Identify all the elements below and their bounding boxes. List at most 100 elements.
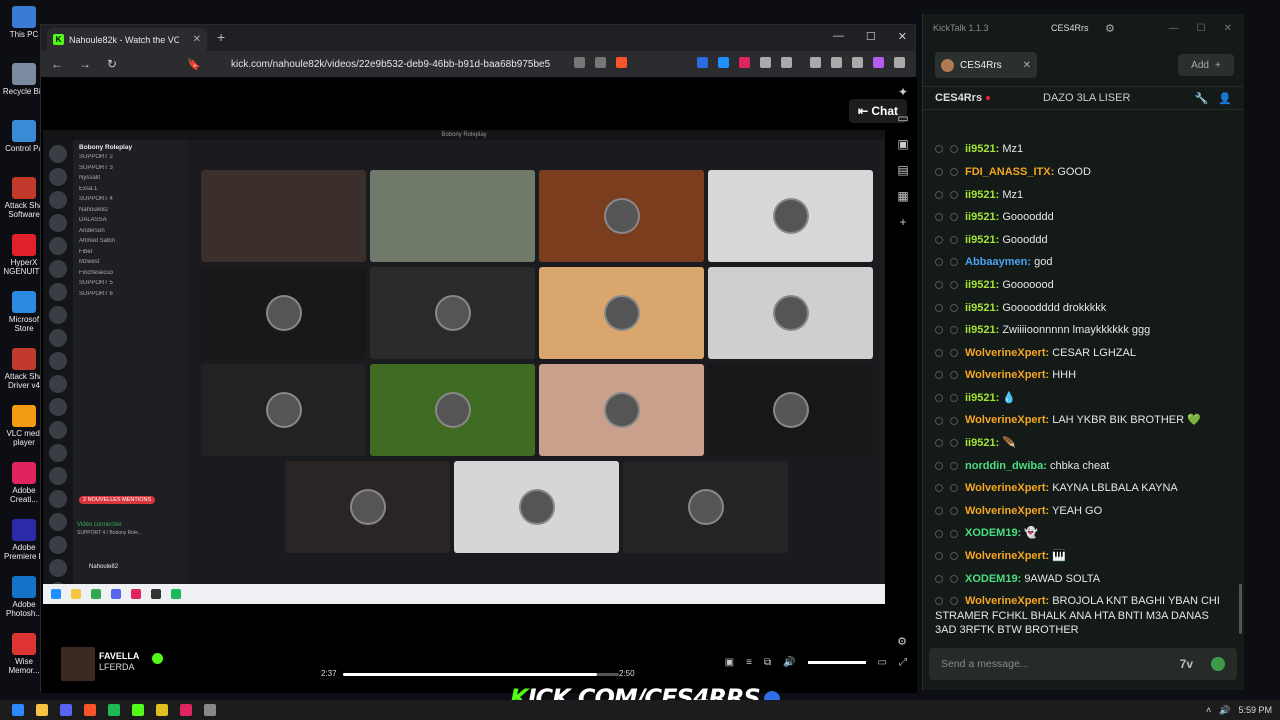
chat-username[interactable]: ii9521: <box>965 234 999 246</box>
chat-username[interactable]: WolverineXpert: <box>965 595 1049 607</box>
mod-action-icon[interactable] <box>935 574 943 583</box>
mod-action-icon[interactable] <box>935 416 943 425</box>
chat-message[interactable]: ii9521: Zwiiiioonnnnn lmaykkkkkk ggg <box>923 319 1239 342</box>
pin-action-icon[interactable] <box>950 213 958 222</box>
close-tab-icon[interactable]: ✕ <box>1023 60 1031 71</box>
chat-message[interactable]: XODEM19: 👻 <box>923 522 1239 545</box>
brave-icon[interactable] <box>84 704 96 716</box>
pin-action-icon[interactable] <box>950 416 958 425</box>
url-field[interactable]: kick.com/nahoule82k/videos/22e9b532-deb9… <box>231 59 550 70</box>
chat-message[interactable]: WolverineXpert: 🎹 <box>923 545 1239 568</box>
channel-item[interactable]: SUPPORT 3 <box>79 165 181 176</box>
video-frame[interactable]: Bobony Roleplay Bobony Roleplay SUPPORT … <box>43 130 885 604</box>
participant-tile[interactable] <box>539 170 704 262</box>
pin-action-icon[interactable] <box>950 574 958 583</box>
server-icon[interactable] <box>49 168 67 186</box>
mod-action-icon[interactable] <box>935 303 943 312</box>
fullscreen-icon[interactable]: ⤢ <box>899 657 907 668</box>
tv-icon[interactable]: ▭ <box>897 111 908 125</box>
mod-action-icon[interactable] <box>935 168 943 177</box>
server-icon[interactable] <box>49 536 67 554</box>
channel-item[interactable]: Flochesecuo <box>79 270 181 281</box>
pin-action-icon[interactable] <box>950 145 958 154</box>
mod-action-icon[interactable] <box>935 552 943 561</box>
participant-tile[interactable] <box>454 461 619 553</box>
close-icon[interactable]: ✕ <box>1224 23 1232 34</box>
participant-tile[interactable] <box>708 170 873 262</box>
extension-icon[interactable] <box>574 57 585 68</box>
account-name[interactable]: CES4Rrs <box>1051 23 1089 33</box>
server-icon[interactable] <box>49 444 67 462</box>
puzzle-icon[interactable] <box>760 57 771 68</box>
server-icon[interactable] <box>49 375 67 393</box>
participant-tile[interactable] <box>201 267 366 359</box>
server-icon[interactable] <box>49 490 67 508</box>
extension-icon[interactable] <box>739 57 750 68</box>
participant-tile[interactable] <box>285 461 450 553</box>
channel-item[interactable]: SUPPORT 2 <box>79 154 181 165</box>
pin-action-icon[interactable] <box>950 393 958 402</box>
theater-icon[interactable]: ▭ <box>878 657 887 668</box>
server-icon[interactable] <box>49 306 67 324</box>
maximize-icon[interactable]: ☐ <box>1197 23 1206 34</box>
chat-username[interactable]: ii9521: <box>965 189 999 201</box>
chat-message[interactable]: WolverineXpert: BROJOLA KNT BAGHI YBAN C… <box>923 590 1239 642</box>
chat-username[interactable]: ii9521: <box>965 392 999 404</box>
participant-tile[interactable] <box>539 364 704 456</box>
channel-item[interactable]: Nahoule82 <box>79 207 181 218</box>
mod-action-icon[interactable] <box>935 348 943 357</box>
chat-username[interactable]: ii9521: <box>965 302 999 314</box>
pin-action-icon[interactable] <box>950 461 958 470</box>
channel-tab[interactable]: CES4Rrs ✕ <box>935 52 1037 78</box>
server-icon[interactable] <box>49 398 67 416</box>
emote-picker-icon[interactable] <box>1211 657 1225 671</box>
pin-action-icon[interactable] <box>950 484 958 493</box>
clip-icon[interactable]: ▣ <box>725 657 734 668</box>
users-icon[interactable]: 👤 <box>1218 92 1232 105</box>
browser-tab[interactable]: K Nahoule82k - Watch the VOD ✕ <box>47 28 207 51</box>
server-icon[interactable] <box>49 283 67 301</box>
mod-action-icon[interactable] <box>935 506 943 515</box>
mod-action-icon[interactable] <box>935 281 943 289</box>
chat-username[interactable]: XODEM19: <box>965 527 1021 539</box>
server-icon[interactable] <box>49 191 67 209</box>
pin-action-icon[interactable] <box>950 552 958 561</box>
brave-shield-icon[interactable] <box>616 57 627 68</box>
chat-username[interactable]: ii9521: <box>965 211 999 223</box>
chat-message[interactable]: ii9521: Mz1 <box>923 184 1239 207</box>
minimize-icon[interactable]: — <box>833 30 844 43</box>
chat-username[interactable]: ii9521: <box>965 324 999 336</box>
channel-item[interactable]: Ahmed Sabiri <box>79 238 181 249</box>
participant-tile[interactable] <box>370 170 535 262</box>
tray-chevron-icon[interactable]: ˄ <box>1206 705 1211 716</box>
chat-message[interactable]: WolverineXpert: KAYNA LBLBALA KAYNA <box>923 477 1239 500</box>
download-icon[interactable] <box>810 57 821 68</box>
participant-tile[interactable] <box>201 364 366 456</box>
progress-bar[interactable] <box>343 673 619 676</box>
participant-tile[interactable] <box>539 267 704 359</box>
forward-icon[interactable]: → <box>79 57 91 71</box>
mod-action-icon[interactable] <box>935 597 943 606</box>
pin-action-icon[interactable] <box>950 439 958 448</box>
settings-icon[interactable]: ⚙ <box>1105 22 1115 35</box>
server-icon[interactable] <box>49 513 67 531</box>
start-icon[interactable] <box>12 704 24 716</box>
chat-message[interactable]: FDI_ANASS_ITX: GOOD <box>923 161 1239 184</box>
mod-tools-icon[interactable]: 🔧 <box>1195 92 1209 105</box>
participant-tile[interactable] <box>201 170 366 262</box>
server-icon[interactable] <box>49 145 67 163</box>
chat-username[interactable]: XODEM19: <box>965 573 1021 585</box>
extension-icon[interactable] <box>718 57 729 68</box>
pin-action-icon[interactable] <box>950 235 958 244</box>
chat-username[interactable]: WolverineXpert: <box>965 550 1049 562</box>
chat-message[interactable]: ii9521: 🪶 <box>923 432 1239 455</box>
kick-icon[interactable] <box>132 704 144 716</box>
mod-action-icon[interactable] <box>935 484 943 493</box>
chat-username[interactable]: WolverineXpert: <box>965 505 1049 517</box>
chat-message[interactable]: norddin_dwiba: chbka cheat <box>923 455 1239 478</box>
mod-action-icon[interactable] <box>935 190 943 199</box>
chat-message[interactable]: ii9521: Mz1 <box>923 138 1239 161</box>
mod-action-icon[interactable] <box>935 258 943 267</box>
settings-icon[interactable] <box>204 704 216 716</box>
channel-item[interactable]: DALASSA <box>79 217 181 228</box>
